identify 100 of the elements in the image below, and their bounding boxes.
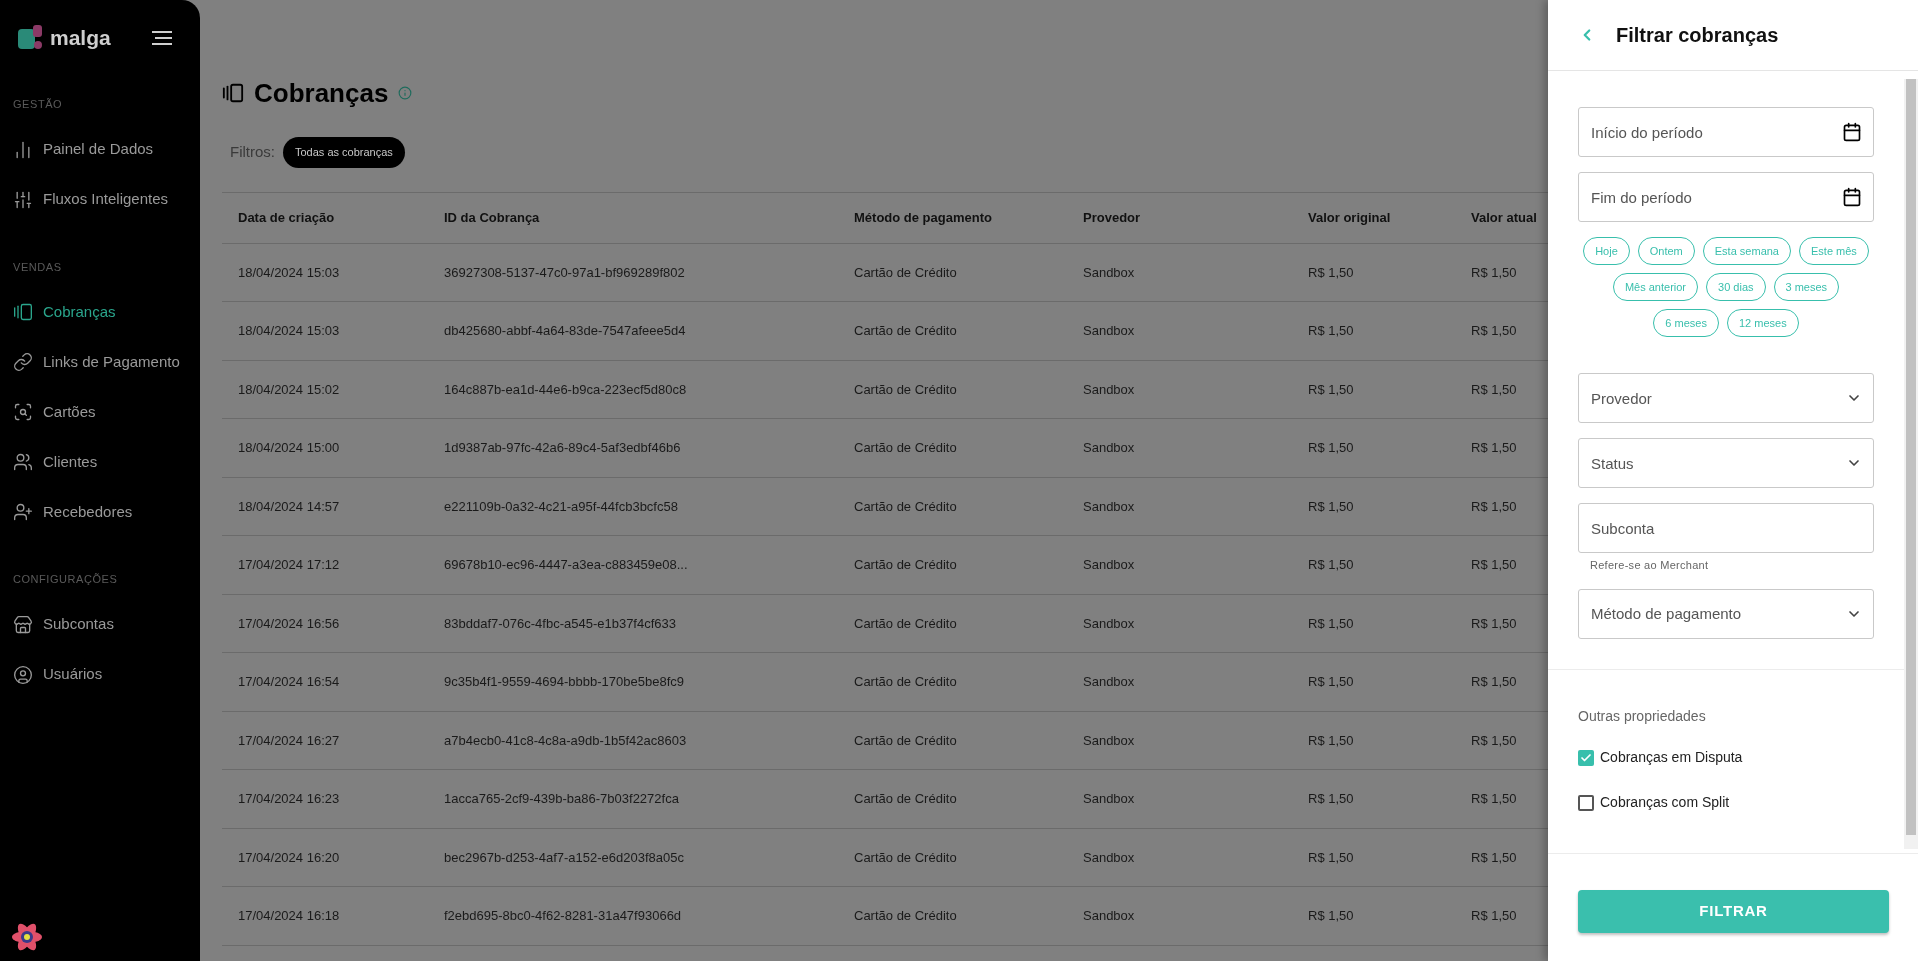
table-cell-text: 17/04/2024 16:56 [238,614,341,633]
date-field[interactable]: Fim do período [1578,172,1874,222]
table-cell-text: 18/04/2024 14:57 [238,497,341,516]
table-cell-text: 18/04/2024 15:00 [238,439,341,457]
sidebar-item[interactable]: Subcontas [0,599,200,650]
table-cell-text: Sandbox [1083,731,1136,750]
table-cell-text: R$ 1,50 [1308,263,1355,282]
logo-text: malga [50,25,111,52]
date-field[interactable]: Início do período [1578,107,1874,157]
gallery-icon [13,302,33,322]
table-cell-text: Sandbox [1083,907,1136,925]
section-heading: VENDAS [12,259,63,275]
logo-icon [18,25,44,51]
table-cell-text: Sandbox [1083,614,1136,633]
table-cell-text: 18/04/2024 15:03 [238,263,341,282]
table-cell-text: R$ 1,50 [1308,497,1355,516]
table-cell-text: 1acca765-2cf9-439b-ba86-7b03f2272fca [444,790,680,808]
column-header: Valor original [1308,208,1392,227]
table-cell-text: Sandbox [1083,790,1136,808]
user-circle-icon [13,664,33,685]
table-cell-text: 69678b10-ec96-4447-a3ea-c883459e08... [444,556,689,574]
sidebar-item[interactable]: Links de Pagamento [0,337,200,387]
table-cell-text: R$ 1,50 [1471,731,1518,750]
select-field[interactable]: Status [1578,438,1874,488]
checkbox[interactable] [1578,794,1594,811]
table-cell-text: 17/04/2024 17:12 [238,556,341,574]
user-plus-icon [13,502,33,522]
drawer-title: Filtrar cobranças [1616,23,1779,48]
table-cell-text: R$ 1,50 [1308,673,1355,691]
table-cell-text: R$ 1,50 [1471,322,1518,340]
table-cell-text: Sandbox [1083,556,1136,574]
checkbox-label: Cobranças com Split [1600,793,1730,812]
checkbox[interactable] [1578,749,1594,766]
table-cell-text: Cartão de Crédito [854,322,958,340]
table-cell-text: R$ 1,50 [1471,263,1518,282]
select-field[interactable]: Provedor [1578,373,1874,423]
table-cell-text: R$ 1,50 [1308,731,1355,750]
table-cell-text: R$ 1,50 [1471,790,1518,808]
table-cell-text: Sandbox [1083,673,1136,691]
table-cell-text: Sandbox [1083,380,1136,399]
sidebar-item[interactable]: Painel de Dados [0,124,200,175]
table-cell-text: Cartão de Crédito [854,263,958,282]
table-cell-text: Cartão de Crédito [854,848,958,867]
table-cell-text: R$ 1,50 [1471,673,1518,691]
table-cell-text: Sandbox [1083,497,1136,516]
table-cell-text: Cartão de Crédito [854,731,958,750]
table-cell-text: 164c887b-ea1d-44e6-b9ca-223ecf5d80c8 [444,380,688,399]
table-cell-text: 17/04/2024 16:54 [238,673,341,691]
table-cell-text: R$ 1,50 [1308,380,1355,399]
table-cell-text: a7b4ecb0-41c8-4c8a-a9db-1b5f42ac8603 [444,731,688,750]
table-cell-text: Cartão de Crédito [854,380,958,399]
column-header: Método de pagamento [854,208,993,227]
sidebar-item[interactable]: Usuários [0,649,200,700]
column-header: Valor atual [1471,208,1538,227]
section-heading: GESTÃO [12,97,64,112]
column-header: ID da Cobrança [444,208,541,227]
gallery-icon [222,82,244,104]
check-icon [1580,751,1592,764]
table-cell-text: R$ 1,50 [1308,848,1355,867]
field-hint: Refere-se ao Merchant [1589,558,1710,573]
table-cell-text: Cartão de Crédito [854,556,958,574]
table-cell-text: R$ 1,50 [1471,380,1518,399]
table-cell-text: R$ 1,50 [1471,848,1518,867]
calendar-icon[interactable] [1842,122,1862,142]
table-cell-text: R$ 1,50 [1308,790,1355,808]
table-cell-text: R$ 1,50 [1308,322,1355,340]
column-header: Data de criação [238,208,336,227]
table-cell-text: 36927308-5137-47c0-97a1-bf969289f802 [444,263,686,282]
filters-label: Filtros: [230,142,275,162]
sidebar-item[interactable]: Cobranças [0,287,200,337]
table-cell-text: Cartão de Crédito [854,907,958,925]
table-cell-text: f2ebd695-8bc0-4f62-8281-31a47f93066d [444,907,683,925]
menu-icon[interactable] [152,31,172,45]
table-cell-text: Cartão de Crédito [854,790,958,808]
table-cell-text: R$ 1,50 [1471,556,1518,574]
table-cell-text: Sandbox [1083,322,1136,340]
table-cell-text: 18/04/2024 15:03 [238,322,341,340]
atom-icon[interactable] [10,921,44,953]
table-cell-text: 1d9387ab-97fc-42a6-89c4-5af3edbf46b6 [444,439,682,457]
filter-chip[interactable]: Todas as cobranças [283,137,405,168]
sidebar-item[interactable]: Cartões [0,387,200,437]
page-title: Cobranças [254,76,389,110]
sidebar-item[interactable]: Recebedores [0,487,200,537]
scrollbar[interactable] [1904,79,1918,849]
sidebar-item[interactable]: Clientes [0,437,200,487]
table-cell-text: bec2967b-d253-4af7-a152-e6d203f8a05c [444,848,685,867]
card-search-icon [13,402,33,422]
section-heading: CONFIGURAÇÕES [12,572,119,587]
table-cell-text: R$ 1,50 [1471,614,1518,633]
store-icon [13,614,33,635]
checkbox-label: Cobranças em Disputa [1600,748,1743,767]
table-cell-text: Cartão de Crédito [854,497,958,516]
select-field[interactable]: Método de pagamento [1578,588,1874,639]
calendar-icon[interactable] [1842,187,1862,207]
table-cell-text: 17/04/2024 16:23 [238,790,341,808]
table-cell-text: 17/04/2024 16:18 [238,907,341,925]
table-cell-text: 17/04/2024 16:27 [238,731,341,750]
input-field[interactable]: Subconta [1578,503,1874,553]
sidebar-item[interactable]: Fluxos Inteligentes [0,174,200,225]
table-cell-text: 18/04/2024 15:02 [238,380,341,399]
